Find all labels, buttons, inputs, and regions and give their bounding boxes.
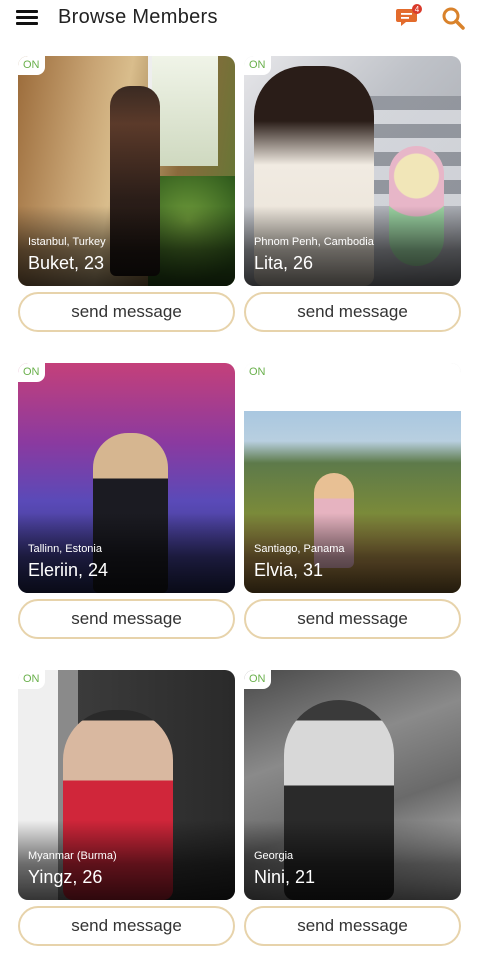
send-message-button[interactable]: send message: [244, 292, 461, 332]
search-icon[interactable]: [440, 5, 466, 31]
member-location: Santiago, Panama: [254, 543, 345, 555]
member-name: Nini, 21: [254, 867, 316, 887]
member-photo[interactable]: ON Santiago, Panama Elvia, 31: [244, 363, 461, 593]
member-card[interactable]: ON Tallinn, Estonia Eleriin, 24 send mes…: [18, 363, 235, 639]
member-photo[interactable]: ON Myanmar (Burma) Yingz, 26: [18, 670, 235, 900]
member-location: Georgia: [254, 850, 294, 862]
member-card[interactable]: ON Istanbul, Turkey Buket, 23 send messa…: [18, 56, 235, 332]
send-message-button[interactable]: send message: [18, 292, 235, 332]
online-badge: ON: [18, 56, 45, 75]
member-name: Elvia, 31: [254, 560, 324, 580]
member-card[interactable]: ON Phnom Penh, Cambodia Lita, 26 send me…: [244, 56, 461, 332]
notification-count: 4: [415, 5, 420, 14]
send-message-button[interactable]: send message: [18, 906, 235, 946]
online-badge: ON: [18, 363, 45, 382]
send-message-button[interactable]: send message: [18, 599, 235, 639]
member-location: Istanbul, Turkey: [28, 236, 106, 248]
send-message-button[interactable]: send message: [244, 599, 461, 639]
member-photo[interactable]: ON Georgia Nini, 21: [244, 670, 461, 900]
member-name: Eleriin, 24: [28, 560, 109, 580]
member-card[interactable]: ON Myanmar (Burma) Yingz, 26 send messag…: [18, 670, 235, 946]
member-photo[interactable]: ON Tallinn, Estonia Eleriin, 24: [18, 363, 235, 593]
member-location: Phnom Penh, Cambodia: [254, 236, 374, 248]
member-location: Myanmar (Burma): [28, 850, 117, 862]
menu-icon[interactable]: [16, 8, 38, 26]
online-badge: ON: [244, 670, 271, 689]
member-photo[interactable]: ON Istanbul, Turkey Buket, 23: [18, 56, 235, 286]
online-badge: ON: [18, 670, 45, 689]
page-title: Browse Members: [58, 6, 218, 28]
member-card[interactable]: ON Georgia Nini, 21 send message: [244, 670, 461, 946]
member-location: Tallinn, Estonia: [28, 543, 102, 555]
online-badge: ON: [244, 56, 271, 75]
member-name: Lita, 26: [254, 253, 314, 273]
app-header: Browse Members 4: [0, 0, 480, 36]
send-message-button[interactable]: send message: [244, 906, 461, 946]
online-badge: ON: [244, 363, 271, 382]
member-name: Buket, 23: [28, 253, 105, 273]
member-card[interactable]: ON Santiago, Panama Elvia, 31 send messa…: [244, 363, 461, 639]
chat-notification-icon[interactable]: 4: [396, 4, 422, 30]
member-photo[interactable]: ON Phnom Penh, Cambodia Lita, 26: [244, 56, 461, 286]
member-name: Yingz, 26: [28, 867, 103, 887]
